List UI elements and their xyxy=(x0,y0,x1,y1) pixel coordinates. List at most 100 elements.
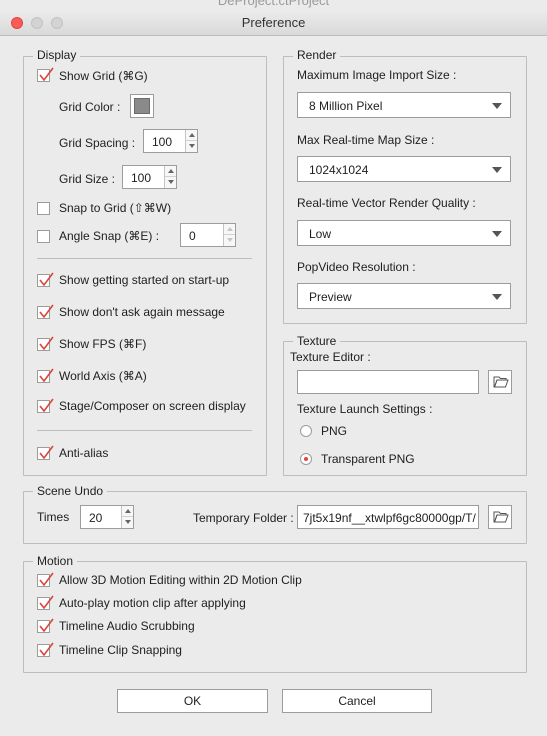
world-axis-label: World Axis (⌘A) xyxy=(59,369,147,383)
title-bar: Preference xyxy=(0,10,547,36)
grid-color-swatch[interactable] xyxy=(130,94,154,118)
checkmark-icon xyxy=(39,398,54,413)
grid-size-value: 100 xyxy=(131,171,152,185)
transparent-png-radio-label: Transparent PNG xyxy=(321,452,415,466)
checkmark-icon xyxy=(39,304,54,319)
undo-times-arrows xyxy=(121,506,133,528)
window-title: Preference xyxy=(241,15,306,30)
angle-snap-stepper[interactable]: 0 xyxy=(180,223,236,247)
scene-undo-legend: Scene Undo xyxy=(33,484,108,498)
motion-autoplay-checkbox[interactable] xyxy=(37,595,54,610)
snap-to-grid-checkbox[interactable] xyxy=(37,202,50,215)
temp-folder-value: 7jt5x19nf__xtwlpf6gc80000gp/T/ xyxy=(303,511,476,525)
stage-composer-label: Stage/Composer on screen display xyxy=(59,399,246,413)
undo-times-increment[interactable] xyxy=(122,506,133,517)
stage-composer-checkbox[interactable] xyxy=(37,398,54,413)
checkmark-icon xyxy=(39,368,54,383)
timeline-clip-snapping-label: Timeline Clip Snapping xyxy=(59,643,182,657)
popvideo-resolution-value: Preview xyxy=(309,290,352,304)
angle-snap-increment[interactable] xyxy=(224,224,235,235)
grid-size-arrows xyxy=(164,166,176,188)
transparent-png-radio[interactable] xyxy=(300,453,312,465)
checkmark-icon xyxy=(39,642,54,657)
down-arrow-icon xyxy=(168,180,174,184)
folder-open-icon xyxy=(493,376,509,388)
up-arrow-icon xyxy=(189,133,195,137)
max-realtime-map-value: 1024x1024 xyxy=(309,163,369,177)
grid-size-decrement[interactable] xyxy=(165,177,176,188)
vector-quality-value: Low xyxy=(309,227,332,241)
texture-launch-label: Texture Launch Settings : xyxy=(297,402,433,416)
display-legend: Display xyxy=(33,48,81,62)
max-image-import-label: Maximum Image Import Size : xyxy=(297,68,457,82)
show-grid-label: Show Grid (⌘G) xyxy=(59,69,148,83)
chevron-down-icon xyxy=(492,103,502,109)
checkmark-icon xyxy=(39,336,54,351)
texture-legend: Texture xyxy=(293,334,341,348)
show-dont-ask-label: Show don't ask again message xyxy=(59,305,225,319)
popvideo-resolution-label: PopVideo Resolution : xyxy=(297,260,416,274)
down-arrow-icon xyxy=(227,238,233,242)
grid-spacing-arrows xyxy=(185,130,197,152)
chevron-down-icon xyxy=(492,231,502,237)
background-window-title: DeProject.ctProject xyxy=(217,0,330,8)
checkmark-icon xyxy=(39,272,54,287)
checkmark-icon xyxy=(39,67,54,82)
max-realtime-map-label: Max Real-time Map Size : xyxy=(297,133,435,147)
display-group xyxy=(23,56,267,476)
show-getting-started-checkbox[interactable] xyxy=(37,272,54,287)
display-divider-1 xyxy=(37,258,252,259)
temp-folder-browse-button[interactable] xyxy=(488,505,512,529)
undo-times-value: 20 xyxy=(89,511,103,525)
show-fps-label: Show FPS (⌘F) xyxy=(59,337,147,351)
motion-legend: Motion xyxy=(33,554,78,568)
motion-3d-editing-checkbox[interactable] xyxy=(37,572,54,587)
angle-snap-decrement[interactable] xyxy=(224,235,235,246)
world-axis-checkbox[interactable] xyxy=(37,368,54,383)
anti-alias-checkbox[interactable] xyxy=(37,445,54,460)
texture-editor-browse-button[interactable] xyxy=(488,370,512,394)
grid-size-increment[interactable] xyxy=(165,166,176,177)
png-radio[interactable] xyxy=(300,425,312,437)
ok-button[interactable]: OK xyxy=(117,689,268,713)
show-fps-checkbox[interactable] xyxy=(37,336,54,351)
checkmark-icon xyxy=(39,445,54,460)
grid-spacing-stepper[interactable]: 100 xyxy=(143,129,198,153)
chevron-down-icon xyxy=(492,294,502,300)
show-dont-ask-checkbox[interactable] xyxy=(37,304,54,319)
grid-spacing-value: 100 xyxy=(152,135,173,149)
undo-times-decrement[interactable] xyxy=(122,517,133,528)
down-arrow-icon xyxy=(125,520,131,524)
angle-snap-checkbox[interactable] xyxy=(37,230,50,243)
down-arrow-icon xyxy=(189,144,195,148)
grid-spacing-label: Grid Spacing : xyxy=(59,136,136,150)
undo-times-stepper[interactable]: 20 xyxy=(80,505,134,529)
chevron-down-icon xyxy=(492,167,502,173)
png-radio-label: PNG xyxy=(321,424,348,438)
folder-open-icon xyxy=(493,511,509,523)
grid-spacing-decrement[interactable] xyxy=(186,141,197,152)
max-image-import-value: 8 Million Pixel xyxy=(309,99,383,113)
temp-folder-input[interactable]: 7jt5x19nf__xtwlpf6gc80000gp/T/ xyxy=(297,505,479,529)
checkmark-icon xyxy=(39,572,54,587)
display-divider-2 xyxy=(37,430,252,431)
grid-color-label: Grid Color : xyxy=(59,100,121,114)
texture-editor-label: Texture Editor : xyxy=(290,350,371,364)
timeline-audio-scrubbing-checkbox[interactable] xyxy=(37,618,54,633)
popvideo-resolution-dropdown[interactable]: Preview xyxy=(297,283,511,309)
vector-quality-dropdown[interactable]: Low xyxy=(297,220,511,246)
up-arrow-icon xyxy=(168,169,174,173)
texture-editor-input[interactable] xyxy=(297,370,479,394)
motion-autoplay-label: Auto-play motion clip after applying xyxy=(59,596,246,610)
cancel-button[interactable]: Cancel xyxy=(282,689,432,713)
angle-snap-arrows xyxy=(223,224,235,246)
timeline-clip-snapping-checkbox[interactable] xyxy=(37,642,54,657)
angle-snap-value: 0 xyxy=(189,229,196,243)
grid-size-stepper[interactable]: 100 xyxy=(122,165,177,189)
max-realtime-map-dropdown[interactable]: 1024x1024 xyxy=(297,156,511,182)
angle-snap-label: Angle Snap (⌘E) : xyxy=(59,229,160,243)
show-getting-started-label: Show getting started on start-up xyxy=(59,273,230,287)
max-image-import-dropdown[interactable]: 8 Million Pixel xyxy=(297,92,511,118)
show-grid-checkbox[interactable] xyxy=(37,67,54,82)
grid-spacing-increment[interactable] xyxy=(186,130,197,141)
